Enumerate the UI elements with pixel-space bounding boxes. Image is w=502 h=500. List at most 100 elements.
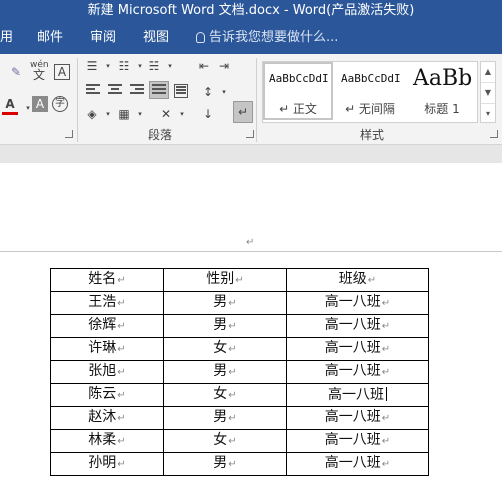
name-cell: 陈云 — [88, 386, 117, 402]
borders-dropdown-icon[interactable]: ▾ — [132, 106, 148, 122]
borders-icon[interactable]: ▦ — [116, 106, 132, 122]
table-cell[interactable]: 高一八班↵ — [286, 360, 429, 384]
cell-mark-icon: ↵ — [117, 413, 126, 424]
name-cell: 赵沐 — [88, 409, 117, 425]
tab-mailings[interactable]: 邮件 — [37, 30, 63, 46]
bullets-icon[interactable]: ☰ — [84, 58, 100, 74]
cell-mark-icon: ↵ — [117, 459, 126, 470]
line-spacing-icon[interactable]: ↕ — [200, 84, 216, 100]
class-cell: 高一八班 — [324, 455, 381, 471]
gender-cell: 男 — [213, 317, 228, 333]
table-cell[interactable]: 高一八班↵ — [286, 314, 429, 338]
table-cell[interactable]: 男↵ — [163, 452, 287, 476]
distributed-icon[interactable] — [174, 84, 188, 98]
numbering-icon[interactable]: ☷ — [116, 58, 132, 74]
chinese-layout-icon[interactable]: ✕ — [158, 106, 174, 122]
table-cell[interactable]: 高一八班↵ — [286, 429, 429, 453]
window-title: 新建 Microsoft Word 文档.docx - Word(产品激活失败) — [0, 0, 502, 24]
shading-icon[interactable]: ◈ — [84, 106, 100, 122]
more-styles-icon[interactable]: ▾ — [481, 104, 495, 124]
align-left-icon[interactable] — [86, 84, 100, 96]
font-dialog-launcher-icon[interactable] — [65, 130, 73, 138]
show-marks-icon[interactable]: ↵ — [233, 101, 253, 123]
paragraph-dialog-launcher-icon[interactable] — [246, 130, 254, 138]
table-cell[interactable]: 高一八班↵ — [286, 452, 429, 476]
styles-dialog-launcher-icon[interactable] — [490, 130, 498, 138]
shading-dropdown-icon[interactable]: ▾ — [100, 106, 116, 122]
table-cell[interactable]: 女↵ — [163, 429, 287, 453]
table-cell[interactable]: 男↵ — [163, 291, 287, 315]
styles-gallery-scroll: ▲ ▼ ▾ — [480, 61, 496, 123]
table-cell[interactable]: 许琳↵ — [50, 337, 164, 361]
table-row: 张旭↵ 男↵ 高一八班↵ — [50, 360, 429, 384]
align-center-icon[interactable] — [108, 84, 122, 96]
table-cell[interactable]: 高一八班 — [286, 383, 429, 407]
class-cell: 高一八班 — [324, 432, 381, 448]
styles-group-label: 样式 — [360, 128, 385, 142]
name-cell: 孙明 — [88, 455, 117, 471]
table-cell[interactable]: 女↵ — [163, 337, 287, 361]
table-cell[interactable]: 张旭↵ — [50, 360, 164, 384]
table-cell[interactable]: 男↵ — [163, 314, 287, 338]
table-cell[interactable]: 孙明↵ — [50, 452, 164, 476]
document-area[interactable]: ↵ 姓名↵ 性别↵ 班级↵ 王浩↵ 男↵ 高一八班↵ 徐辉↵ 男↵ 高一八班↵ … — [0, 163, 502, 500]
table-cell[interactable]: 姓名↵ — [50, 268, 164, 292]
table-cell[interactable]: 高一八班↵ — [286, 337, 429, 361]
table-row: 孙明↵ 男↵ 高一八班↵ — [50, 452, 429, 476]
name-cell: 许琳 — [88, 340, 117, 356]
name-cell: 张旭 — [88, 363, 117, 379]
multilevel-list-icon[interactable]: ☵ — [146, 58, 162, 74]
tab-view[interactable]: 视图 — [143, 30, 169, 46]
table-cell[interactable]: 徐辉↵ — [50, 314, 164, 338]
style-normal[interactable]: AaBbCcDdI ↵ 正文 — [263, 62, 333, 120]
align-right-icon[interactable] — [130, 84, 144, 96]
scroll-up-icon[interactable]: ▲ — [481, 62, 495, 83]
line-spacing-dropdown-icon[interactable]: ▾ — [216, 84, 232, 100]
chinese-layout-dropdown-icon[interactable]: ▾ — [174, 106, 190, 122]
table-cell[interactable]: 赵沐↵ — [50, 406, 164, 430]
increase-indent-icon[interactable]: ⇥ — [216, 58, 232, 74]
table-cell[interactable]: 男↵ — [163, 406, 287, 430]
style-no-spacing[interactable]: AaBbCcDdI ↵ 无间隔 — [335, 62, 405, 120]
table-cell[interactable]: 林柔↵ — [50, 429, 164, 453]
ribbon-tabs: 用 邮件 审阅 视图 告诉我您想要做什么... — [0, 24, 502, 54]
page-boundary — [0, 251, 502, 252]
enclose-char-button[interactable]: 字 — [52, 96, 68, 112]
phonetic-guide-button[interactable]: wén 文 — [30, 60, 49, 82]
style-name: ↵ 无间隔 — [345, 102, 395, 116]
sort-icon[interactable]: ↓ — [200, 106, 216, 122]
tell-me-text: 告诉我您想要做什么... — [209, 30, 339, 45]
tell-me-box[interactable]: 告诉我您想要做什么... — [196, 30, 338, 46]
decrease-indent-icon[interactable]: ⇤ — [196, 58, 212, 74]
table-cell[interactable]: 高一八班↵ — [286, 291, 429, 315]
table-cell[interactable]: 高一八班↵ — [286, 406, 429, 430]
char-shading-button[interactable]: A — [32, 96, 48, 112]
data-table[interactable]: 姓名↵ 性别↵ 班级↵ 王浩↵ 男↵ 高一八班↵ 徐辉↵ 男↵ 高一八班↵ 许琳… — [50, 268, 429, 476]
scroll-down-icon[interactable]: ▼ — [481, 83, 495, 104]
table-cell[interactable]: 性别↵ — [163, 268, 287, 292]
cell-mark-icon: ↵ — [228, 321, 237, 332]
font-color-button[interactable]: A — [2, 96, 18, 115]
table-cell[interactable]: 陈云↵ — [50, 383, 164, 407]
class-cell: 高一八班 — [324, 294, 381, 310]
style-heading-1[interactable]: AaBb 标题 1 — [407, 62, 477, 120]
header-cell: 性别 — [206, 271, 235, 287]
table-cell[interactable]: 男↵ — [163, 360, 287, 384]
multilevel-dropdown-icon[interactable]: ▾ — [162, 58, 178, 74]
bullets-dropdown-icon[interactable]: ▾ — [100, 58, 116, 74]
tab-reference[interactable]: 用 — [0, 30, 13, 46]
tab-review[interactable]: 审阅 — [90, 30, 116, 46]
table-cell[interactable]: 王浩↵ — [50, 291, 164, 315]
clear-format-icon[interactable]: ✎ — [8, 64, 24, 80]
char-border-button[interactable]: A — [54, 64, 70, 80]
cell-mark-icon: ↵ — [235, 275, 244, 286]
justify-icon[interactable] — [149, 81, 169, 99]
cell-mark-icon: ↵ — [367, 275, 377, 286]
table-row: 许琳↵ 女↵ 高一八班↵ — [50, 337, 429, 361]
table-cell[interactable]: 班级↵ — [286, 268, 429, 292]
cell-mark-icon: ↵ — [117, 275, 126, 286]
style-sample: AaBb — [413, 66, 473, 91]
name-cell: 王浩 — [88, 294, 117, 310]
table-cell[interactable]: 女↵ — [163, 383, 287, 407]
cell-mark-icon: ↵ — [117, 390, 126, 401]
